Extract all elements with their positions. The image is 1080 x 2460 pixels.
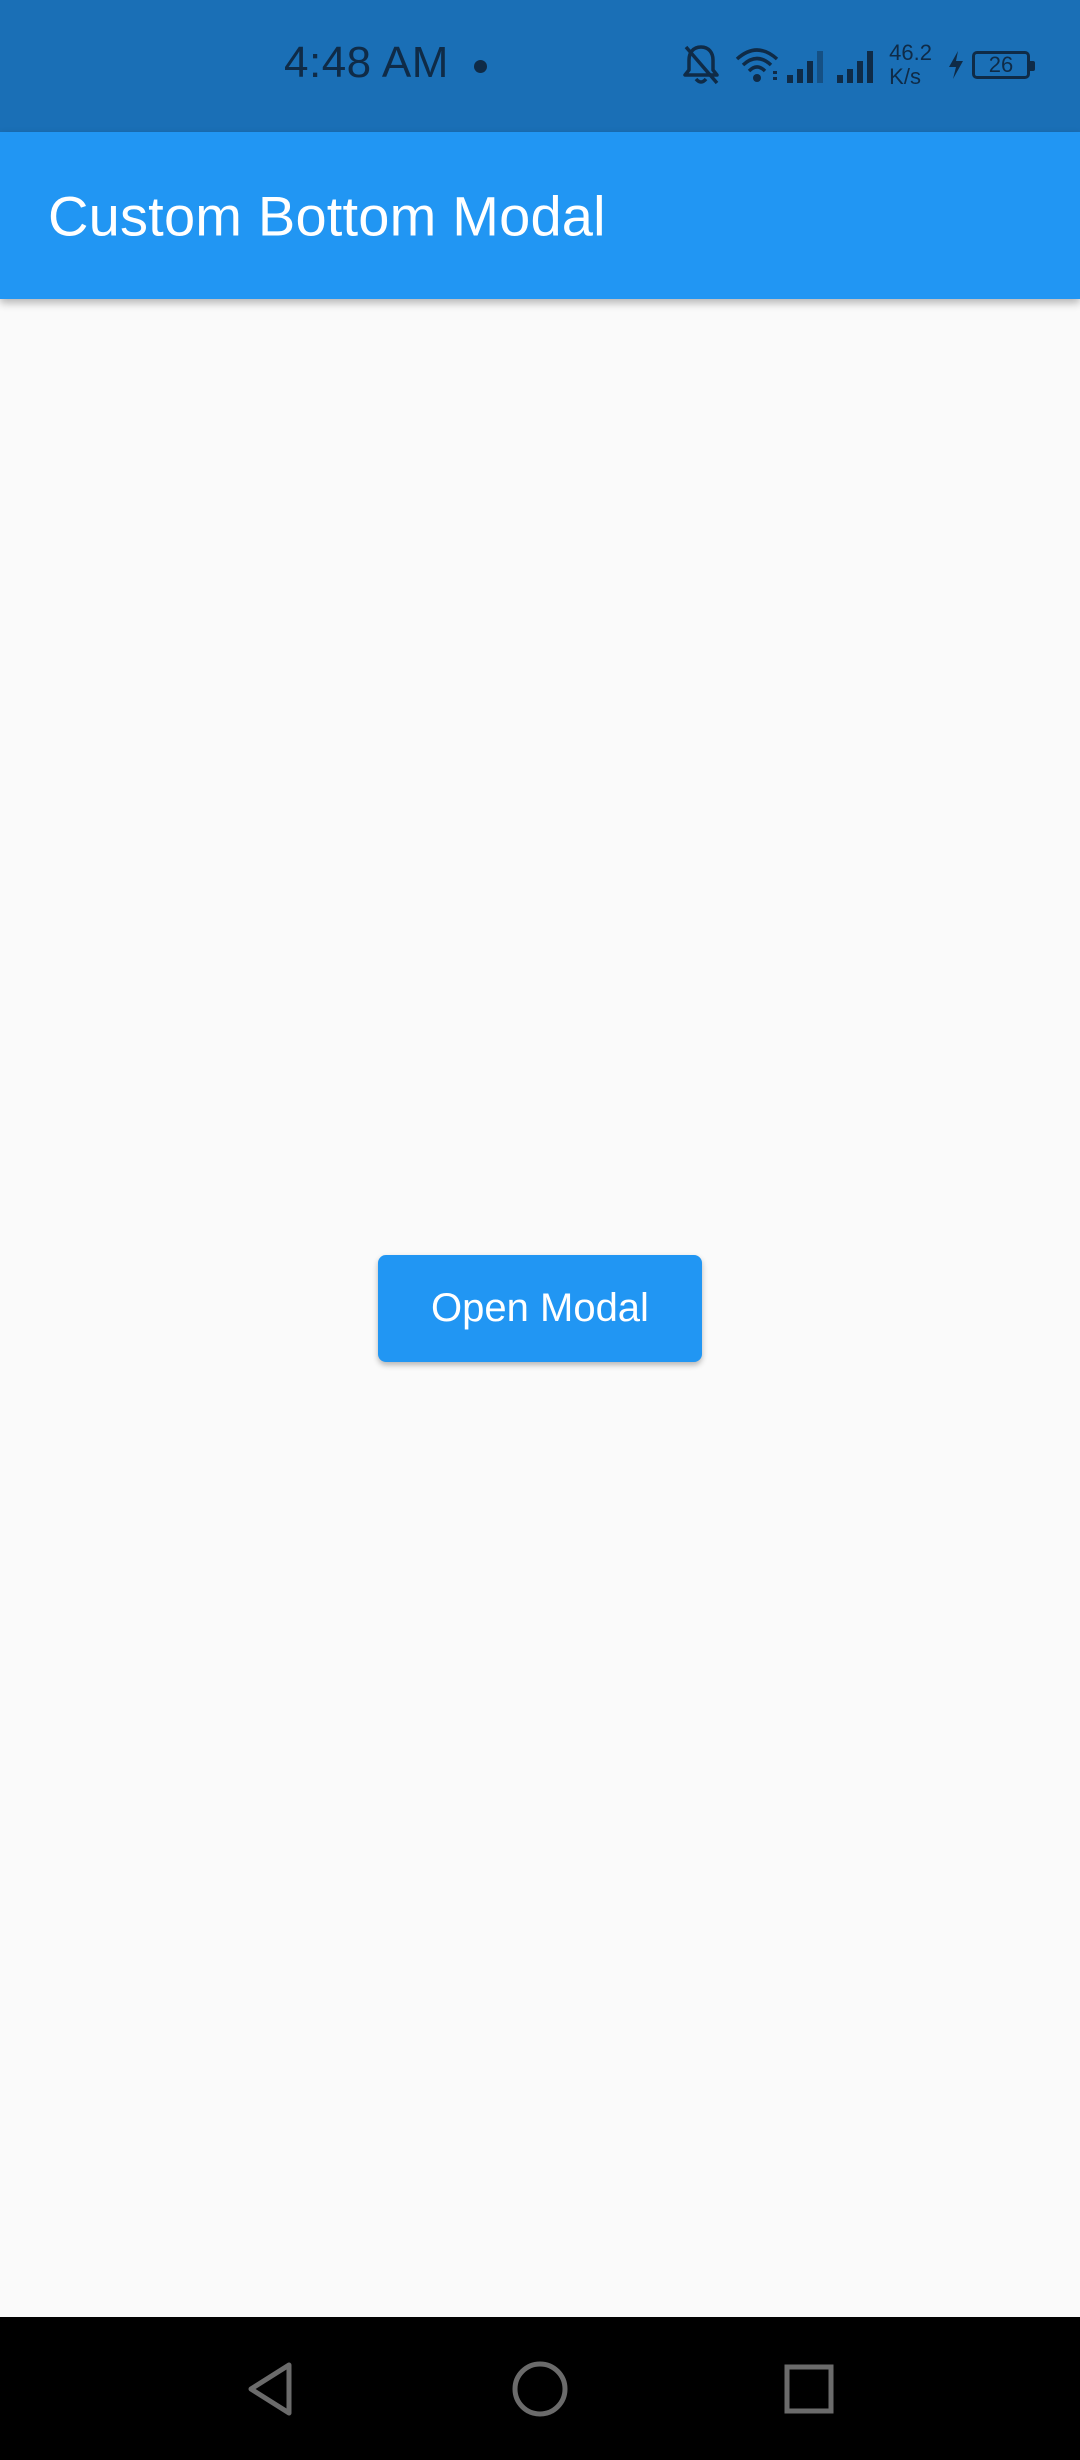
notification-dot-icon xyxy=(474,60,487,73)
status-icons: 46.2 K/s 26 xyxy=(681,40,1035,90)
home-icon[interactable] xyxy=(500,2349,580,2429)
notifications-off-icon xyxy=(681,43,721,87)
status-time: 4:48 AM xyxy=(284,38,449,87)
signal-icon xyxy=(835,45,881,85)
net-speed: 46.2 K/s xyxy=(889,41,932,89)
charging-icon xyxy=(946,49,966,81)
app-bar: Custom Bottom Modal xyxy=(0,132,1080,299)
open-modal-button[interactable]: Open Modal xyxy=(378,1255,702,1362)
net-speed-unit: K/s xyxy=(889,64,921,89)
recents-icon[interactable] xyxy=(769,2349,849,2429)
net-speed-value: 46.2 xyxy=(889,40,932,65)
status-bar: 4:48 AM 46.2 K/s 26 xyxy=(0,0,1080,132)
navigation-bar xyxy=(0,2317,1080,2460)
battery-level: 26 xyxy=(988,52,1014,77)
wifi-icon xyxy=(735,45,779,85)
main-content: Open Modal xyxy=(0,299,1080,2317)
signal-icon xyxy=(785,45,831,85)
back-icon[interactable] xyxy=(231,2349,311,2429)
screen: 4:48 AM 46.2 K/s 26 Custom Bottom Modal … xyxy=(0,0,1080,2460)
battery-icon: 26 xyxy=(972,51,1035,79)
app-bar-title: Custom Bottom Modal xyxy=(48,184,606,247)
